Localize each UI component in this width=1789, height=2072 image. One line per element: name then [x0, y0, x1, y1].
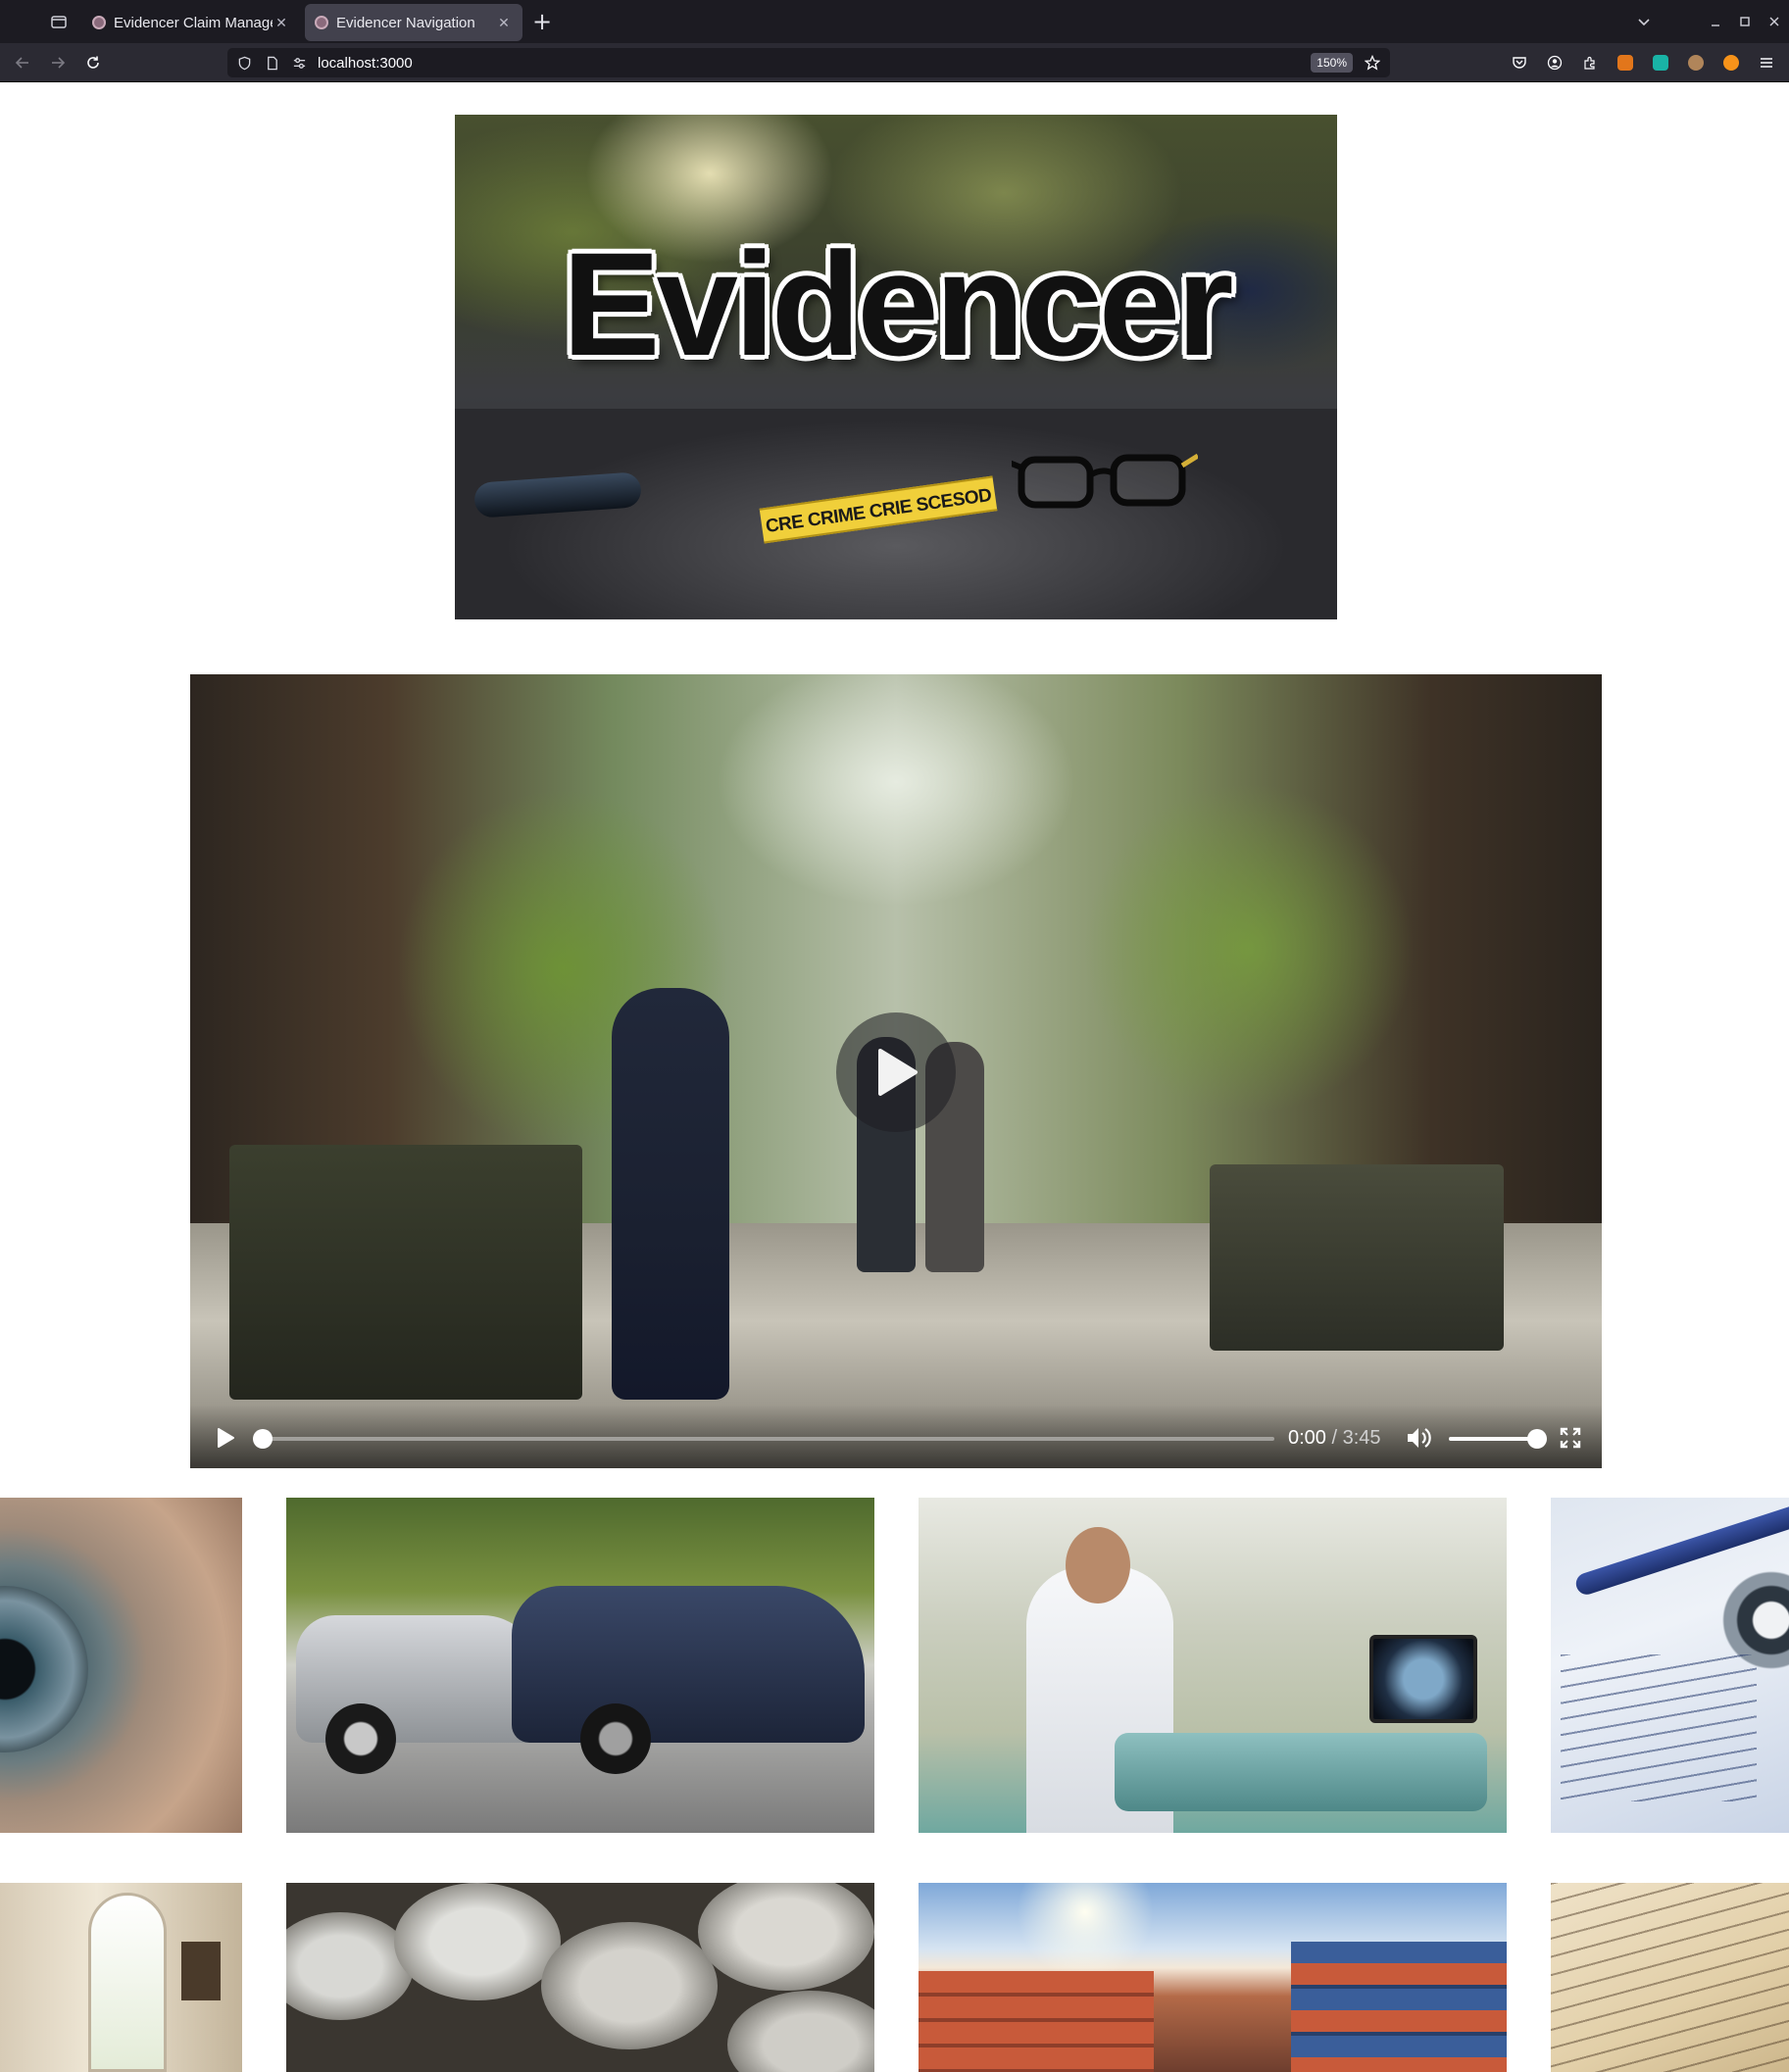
sun-glow-shape: [1017, 1883, 1154, 1981]
bookmark-star-icon[interactable]: [1361, 51, 1384, 74]
video-scene-planter: [229, 1145, 582, 1400]
reload-button[interactable]: [80, 50, 106, 75]
extensions-puzzle-icon[interactable]: [1577, 50, 1603, 75]
coins-image[interactable]: [286, 1883, 874, 2072]
wheel-shape: [580, 1703, 651, 1774]
save-disk-icon[interactable]: [1648, 50, 1673, 75]
minimize-button[interactable]: [1701, 7, 1730, 36]
tab-claim-manager[interactable]: Evidencer Claim Manager ✕: [82, 4, 300, 41]
arrow-left-icon: [15, 57, 28, 69]
tab-overview-button[interactable]: [45, 10, 73, 33]
play-icon: [878, 1049, 918, 1096]
coin-shape: [394, 1883, 561, 2000]
extension-face-icon[interactable]: [1683, 50, 1709, 75]
video-scene-person: [612, 988, 729, 1400]
zoom-level-badge[interactable]: 150%: [1311, 53, 1353, 73]
blue-car-shape: [512, 1586, 865, 1743]
pocket-icon[interactable]: [1507, 50, 1532, 75]
volume-slider[interactable]: [1449, 1429, 1547, 1449]
evidencer-hero-banner: CRE CRIME CRIE SCESOD Evidencer: [455, 115, 1337, 619]
menu-hamburger-icon[interactable]: [1754, 50, 1779, 75]
picture-frame-shape: [181, 1942, 221, 2000]
eye-closeup-image[interactable]: [0, 1498, 242, 1833]
container-stack-shape: [1291, 1942, 1507, 2072]
coin-shape: [698, 1883, 874, 1991]
close-window-button[interactable]: [1760, 7, 1789, 36]
tab-title: Evidencer Navigation: [336, 14, 475, 31]
eye-iris-shape: [0, 1586, 88, 1752]
maximize-button[interactable]: [1730, 7, 1760, 36]
time-separator: /: [1331, 1427, 1338, 1449]
close-tab-icon[interactable]: ✕: [495, 14, 513, 31]
video-scene-planter: [1210, 1164, 1504, 1351]
document-text-lines: [1551, 1883, 1789, 2072]
volume-icon: [1408, 1428, 1431, 1448]
shipping-containers-image[interactable]: [919, 1883, 1507, 2072]
insurance-claim-form-image[interactable]: [1551, 1498, 1789, 1833]
window-shape: [88, 1893, 167, 2072]
browser-nav-bar: localhost:3000 150%: [0, 43, 1789, 82]
new-tab-button[interactable]: +: [529, 10, 555, 35]
bitcoin-icon[interactable]: [1718, 50, 1744, 75]
big-play-button[interactable]: [836, 1012, 956, 1132]
mute-button[interactable]: [1404, 1423, 1433, 1453]
tab-favicon-icon: [92, 16, 106, 29]
room-interior-image[interactable]: [0, 1883, 242, 2072]
site-permissions-icon[interactable]: [288, 52, 310, 74]
current-time: 0:00: [1288, 1427, 1326, 1449]
form-text-lines: [1561, 1654, 1757, 1801]
tab-overview-icon: [51, 16, 67, 28]
evidencer-logo-text: Evidencer: [562, 222, 1233, 386]
url-text[interactable]: localhost:3000: [318, 55, 1311, 72]
video-player[interactable]: 0:00 / 3:45: [190, 674, 1602, 1468]
tab-navigation[interactable]: Evidencer Navigation ✕: [305, 4, 522, 41]
browser-tab-strip: Evidencer Claim Manager ✕ Evidencer Navi…: [0, 0, 1789, 43]
metamask-fox-icon[interactable]: [1613, 50, 1638, 75]
forward-button[interactable]: [45, 50, 71, 75]
page-content: CRE CRIME CRIE SCESOD Evidencer 0:00 / 3…: [0, 82, 1789, 2072]
shield-icon[interactable]: [233, 52, 255, 74]
volume-thumb[interactable]: [1527, 1429, 1547, 1449]
maximize-icon: [1740, 17, 1750, 26]
list-all-tabs-button[interactable]: [1631, 10, 1657, 33]
exam-bed-shape: [1115, 1733, 1487, 1811]
video-time-display: 0:00 / 3:45: [1288, 1427, 1381, 1450]
container-stack-shape: [919, 1971, 1154, 2072]
duration: 3:45: [1342, 1427, 1381, 1449]
video-progress-thumb[interactable]: [253, 1429, 273, 1449]
coin-shape: [286, 1912, 414, 2020]
play-icon: [218, 1428, 234, 1448]
account-icon[interactable]: [1542, 50, 1567, 75]
fullscreen-button[interactable]: [1557, 1424, 1584, 1452]
medical-lab-image[interactable]: [919, 1498, 1507, 1833]
reload-icon: [87, 56, 99, 69]
volume-fill: [1449, 1437, 1537, 1441]
close-icon: [1769, 17, 1779, 26]
url-bar[interactable]: localhost:3000 150%: [227, 48, 1390, 77]
tab-title: Evidencer Claim Manager: [114, 14, 273, 31]
arrow-right-icon: [52, 57, 66, 69]
video-controls-bar: 0:00 / 3:45: [190, 1405, 1602, 1468]
monitor-screen-shape: [1369, 1635, 1477, 1723]
chevron-down-icon: [1638, 19, 1650, 26]
extensions-toolbar: [1507, 50, 1779, 75]
coin-shape: [727, 1991, 874, 2072]
video-progress-slider[interactable]: [253, 1429, 1274, 1449]
fullscreen-icon: [1560, 1427, 1581, 1449]
close-tab-icon[interactable]: ✕: [273, 14, 290, 31]
car-crash-image[interactable]: [286, 1498, 874, 1833]
minimize-icon: [1712, 25, 1719, 26]
tab-favicon-icon: [315, 16, 328, 29]
window-controls: [1701, 0, 1789, 43]
page-icon[interactable]: [261, 52, 282, 74]
back-button[interactable]: [10, 50, 35, 75]
coin-shape: [541, 1922, 718, 2049]
wheel-shape: [325, 1703, 396, 1774]
doctor-head-shape: [1066, 1527, 1130, 1603]
play-button[interactable]: [212, 1424, 239, 1452]
glasses-illustration: [1012, 453, 1198, 509]
old-document-image[interactable]: [1551, 1883, 1789, 2072]
